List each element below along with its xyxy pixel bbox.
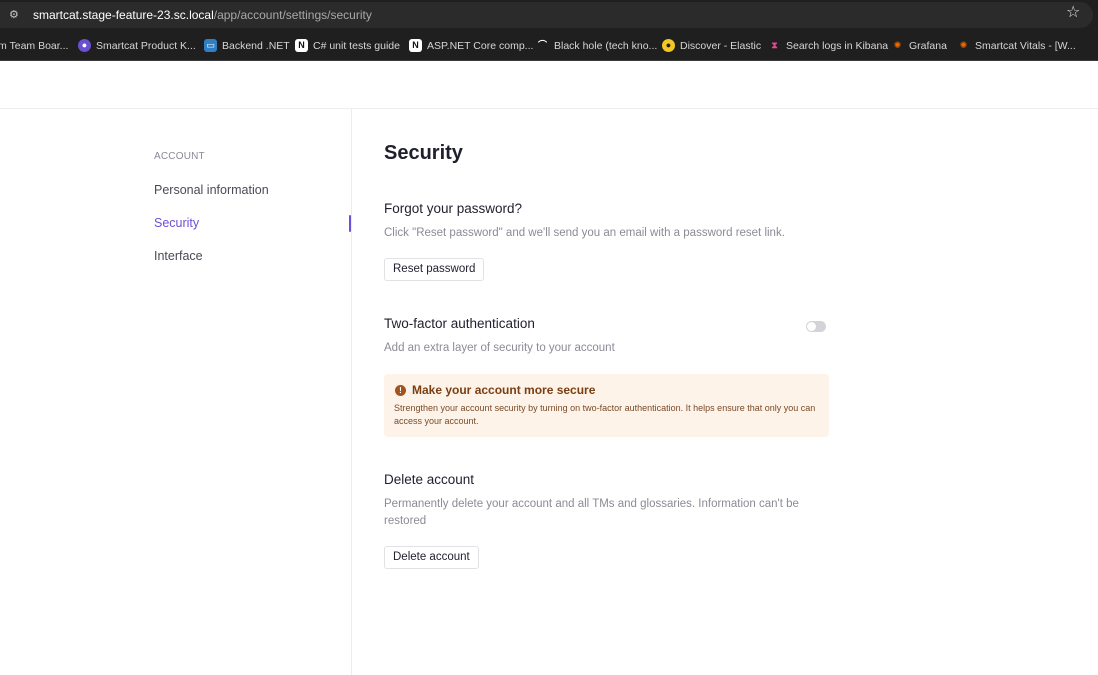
delete-account-button[interactable]: Delete account bbox=[384, 546, 479, 569]
grafana-icon: ✺ bbox=[959, 40, 968, 50]
bookmark-backend-net[interactable]: ▭ Backend .NET bbox=[204, 38, 290, 53]
bookmark-label: Grafana bbox=[909, 39, 947, 52]
two-factor-section-title: Two-factor authentication bbox=[384, 316, 535, 331]
toggle-knob bbox=[807, 322, 816, 331]
security-alert: ! Make your account more secure Strength… bbox=[384, 374, 829, 437]
two-factor-toggle[interactable] bbox=[806, 321, 826, 332]
bookmarks-bar: m Team Boar... ● Smartcat Product K... ▭… bbox=[0, 30, 1098, 61]
bookmark-label: Smartcat Vitals - [W... bbox=[975, 39, 1076, 52]
info-icon: ! bbox=[395, 385, 406, 396]
notion-icon: N bbox=[295, 39, 308, 52]
omnibox[interactable]: ⚙ smartcat.stage-feature-23.sc.local/app… bbox=[0, 2, 1093, 28]
site-info-icon[interactable]: ⚙ bbox=[9, 8, 25, 22]
bookmark-smartcat-vitals[interactable]: ✺ Smartcat Vitals - [W... bbox=[957, 38, 1076, 53]
alert-title: Make your account more secure bbox=[412, 383, 596, 397]
url-path: /app/account/settings/security bbox=[213, 8, 372, 22]
delete-section-title: Delete account bbox=[384, 472, 475, 487]
bookmark-black-hole[interactable]: ⌒ Black hole (tech kno... bbox=[536, 38, 657, 53]
bookmark-label: Smartcat Product K... bbox=[96, 39, 196, 52]
arc-icon: ⌒ bbox=[537, 40, 547, 50]
reset-password-button[interactable]: Reset password bbox=[384, 258, 485, 281]
kibana-icon: ⧗ bbox=[771, 40, 778, 50]
bookmark-label: ASP.NET Core comp... bbox=[427, 39, 534, 52]
password-section-title: Forgot your password? bbox=[384, 201, 523, 216]
bookmark-discover-elastic[interactable]: ● Discover - Elastic bbox=[662, 38, 761, 53]
bookmark-label: m Team Boar... bbox=[0, 39, 69, 52]
smartcat-icon: ● bbox=[78, 39, 91, 52]
monitor-icon: ▭ bbox=[204, 39, 217, 52]
url-text[interactable]: smartcat.stage-feature-23.sc.local/app/a… bbox=[33, 8, 372, 23]
sidebar-item-security[interactable]: Security bbox=[154, 216, 199, 230]
sidebar-divider bbox=[351, 109, 352, 675]
sidebar-item-personal-information[interactable]: Personal information bbox=[154, 183, 269, 197]
notion-icon: N bbox=[409, 39, 422, 52]
bookmark-star-icon[interactable]: ☆ bbox=[1066, 5, 1080, 21]
bookmark-label: Backend .NET bbox=[222, 39, 290, 52]
password-section-description: Click "Reset password" and we'll send yo… bbox=[384, 227, 785, 239]
bookmark-label: Discover - Elastic bbox=[680, 39, 762, 52]
app-header bbox=[0, 62, 1098, 109]
bookmark-smartcat-product[interactable]: ● Smartcat Product K... bbox=[78, 38, 196, 53]
bookmark-csharp-tests[interactable]: N C# unit tests guide bbox=[295, 38, 400, 53]
url-host: smartcat.stage-feature-23.sc.local bbox=[33, 8, 214, 22]
sidebar-heading: ACCOUNT bbox=[154, 151, 205, 162]
bookmark-aspnet-core[interactable]: N ASP.NET Core comp... bbox=[409, 38, 533, 53]
delete-section-description: Permanently delete your account and all … bbox=[384, 498, 799, 527]
bookmark-label: Black hole (tech kno... bbox=[554, 39, 658, 52]
bookmark-grafana[interactable]: ✺ Grafana bbox=[891, 38, 947, 53]
alert-text: Strengthen your account security by turn… bbox=[394, 403, 816, 426]
bookmark-kibana[interactable]: ⧗ Search logs in Kibana bbox=[768, 38, 888, 53]
page-title: Security bbox=[384, 142, 463, 164]
elastic-icon: ● bbox=[662, 39, 675, 52]
bookmark-label: Search logs in Kibana bbox=[786, 39, 889, 52]
two-factor-section-description: Add an extra layer of security to your a… bbox=[384, 342, 615, 354]
sidebar-item-interface[interactable]: Interface bbox=[154, 249, 203, 263]
bookmark-team-board[interactable]: m Team Boar... bbox=[0, 38, 68, 53]
grafana-icon: ✺ bbox=[893, 40, 902, 50]
bookmark-label: C# unit tests guide bbox=[313, 39, 400, 52]
browser-address-bar: ⚙ smartcat.stage-feature-23.sc.local/app… bbox=[0, 0, 1098, 30]
